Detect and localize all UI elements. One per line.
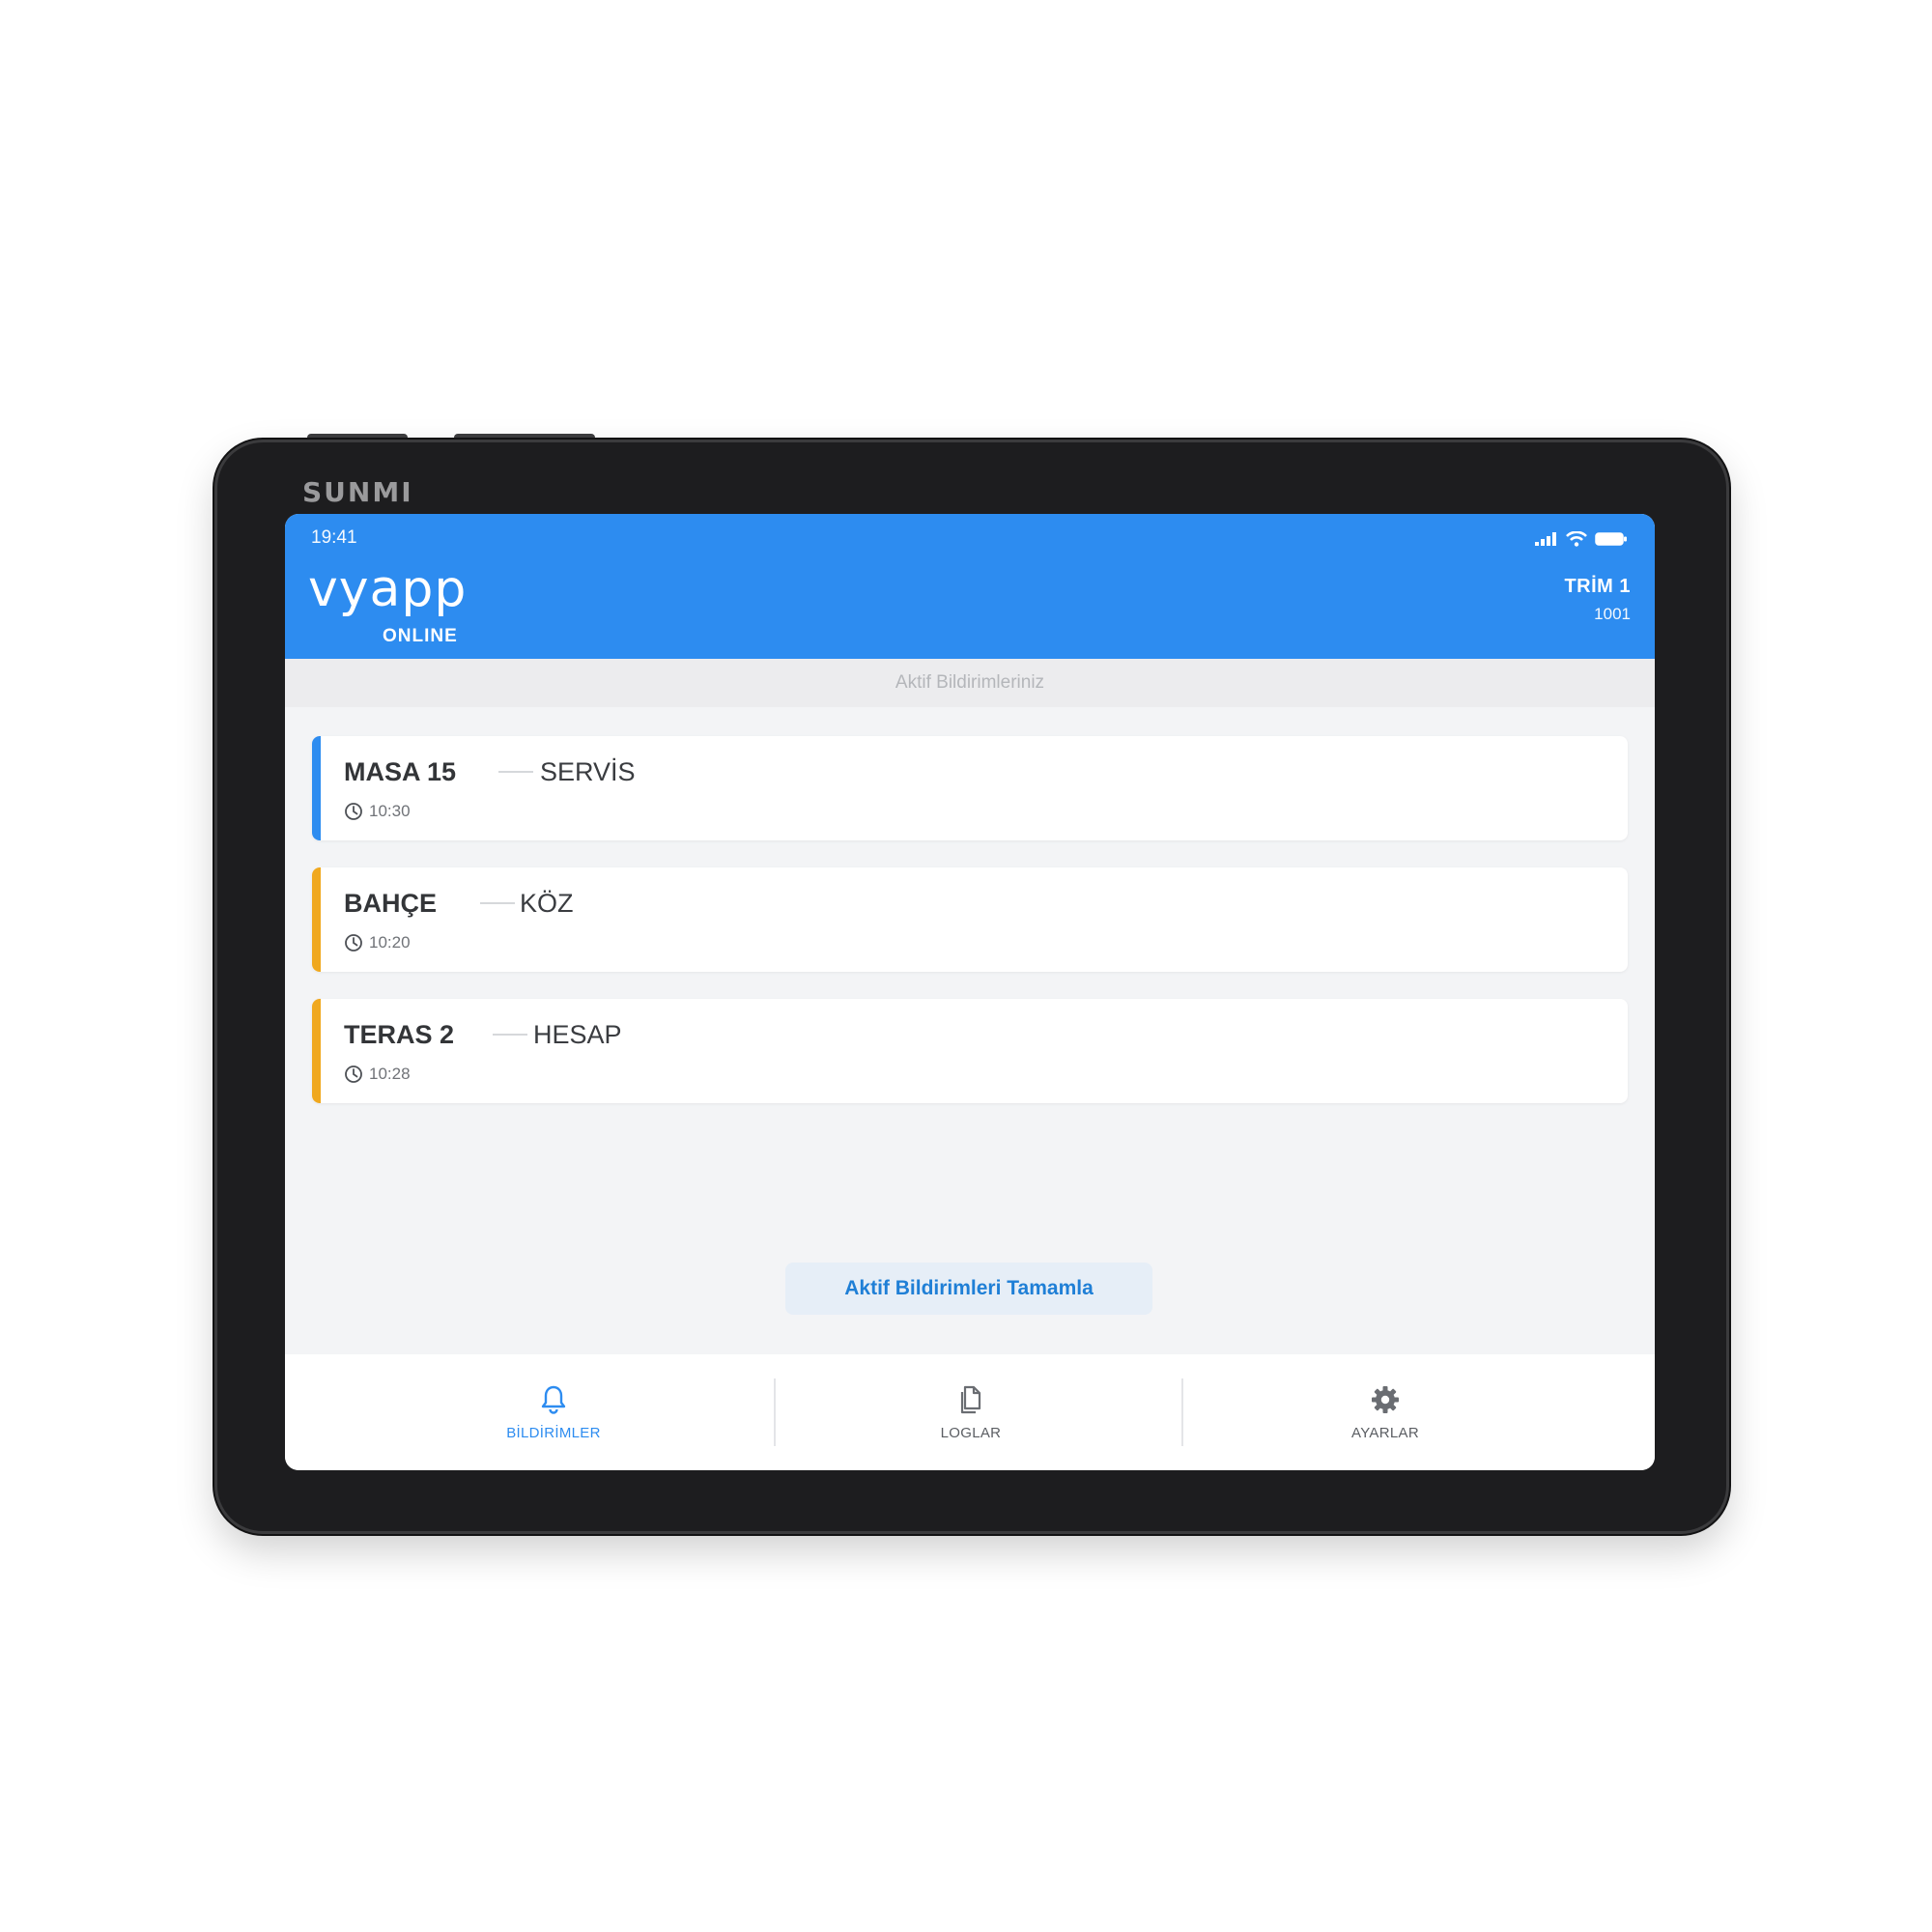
signal-icon [1535, 532, 1556, 546]
device-id: 1001 [1594, 605, 1631, 623]
complete-notifications-button[interactable]: Aktif Bildirimleri Tamamla [785, 1263, 1152, 1315]
document-icon [960, 1385, 981, 1413]
device-name: TRİM 1 [1564, 576, 1631, 597]
card-accent [312, 867, 321, 972]
table-name: BAHÇE [344, 889, 438, 918]
time-row: 10:20 [344, 933, 411, 952]
table-name: TERAS 2 [344, 1020, 455, 1049]
time-row: 10:30 [344, 802, 411, 821]
bottom-tab-bar: BİLDİRİMLER LOGLAR AYARLAR [285, 1354, 1655, 1470]
request-type: KÖZ [520, 889, 574, 918]
request-type: SERVİS [540, 757, 636, 786]
device-brand-logo: SUNMI [302, 476, 413, 508]
time-row: 10:28 [344, 1065, 411, 1084]
clock-icon [345, 1065, 362, 1083]
table-name: MASA 15 [344, 757, 457, 786]
request-time: 10:30 [369, 802, 411, 820]
request-time: 10:20 [369, 933, 411, 952]
tab-divider [774, 1378, 776, 1446]
app-header: 19:41 vyapp ONLINE TRİM 1 1001 [285, 514, 1655, 659]
card-accent [312, 999, 321, 1103]
card-accent [312, 736, 321, 840]
gear-icon [1372, 1385, 1399, 1413]
screen: 19:41 vyapp ONLINE TRİM 1 1001 Aktif Bil… [285, 514, 1655, 1470]
separator-dash [480, 902, 515, 904]
battery-icon [1595, 532, 1627, 546]
notification-card[interactable]: BAHÇE KÖZ 10:20 [312, 867, 1628, 972]
tab-label: AYARLAR [1351, 1424, 1419, 1441]
request-type: HESAP [533, 1020, 622, 1049]
app-logo: vyapp [308, 560, 468, 618]
clock-icon [345, 934, 362, 952]
section-title: Aktif Bildirimleriniz [285, 659, 1655, 707]
separator-dash [493, 1034, 527, 1036]
connection-status: ONLINE [383, 626, 458, 646]
status-time: 19:41 [311, 527, 357, 548]
separator-dash [498, 771, 533, 773]
tab-label: LOGLAR [940, 1424, 1002, 1441]
bell-icon [541, 1385, 566, 1414]
tab-settings[interactable]: AYARLAR [1289, 1354, 1482, 1470]
notification-card[interactable]: MASA 15 SERVİS 10:30 [312, 736, 1628, 840]
clock-icon [345, 803, 362, 820]
tab-label: BİLDİRİMLER [506, 1424, 601, 1441]
wifi-icon [1566, 531, 1587, 547]
tab-notifications[interactable]: BİLDİRİMLER [457, 1354, 650, 1470]
notification-card[interactable]: TERAS 2 HESAP 10:28 [312, 999, 1628, 1103]
request-time: 10:28 [369, 1065, 411, 1083]
tab-divider [1181, 1378, 1183, 1446]
tab-logs[interactable]: LOGLAR [874, 1354, 1067, 1470]
stage: SUNMI 19:41 vyapp ONLINE TRİM 1 1001 Akt… [0, 0, 1932, 1932]
notification-list: MASA 15 SERVİS 10:30 BAHÇE KÖZ 10:20 TER… [312, 736, 1628, 1130]
status-icons [1535, 531, 1628, 547]
